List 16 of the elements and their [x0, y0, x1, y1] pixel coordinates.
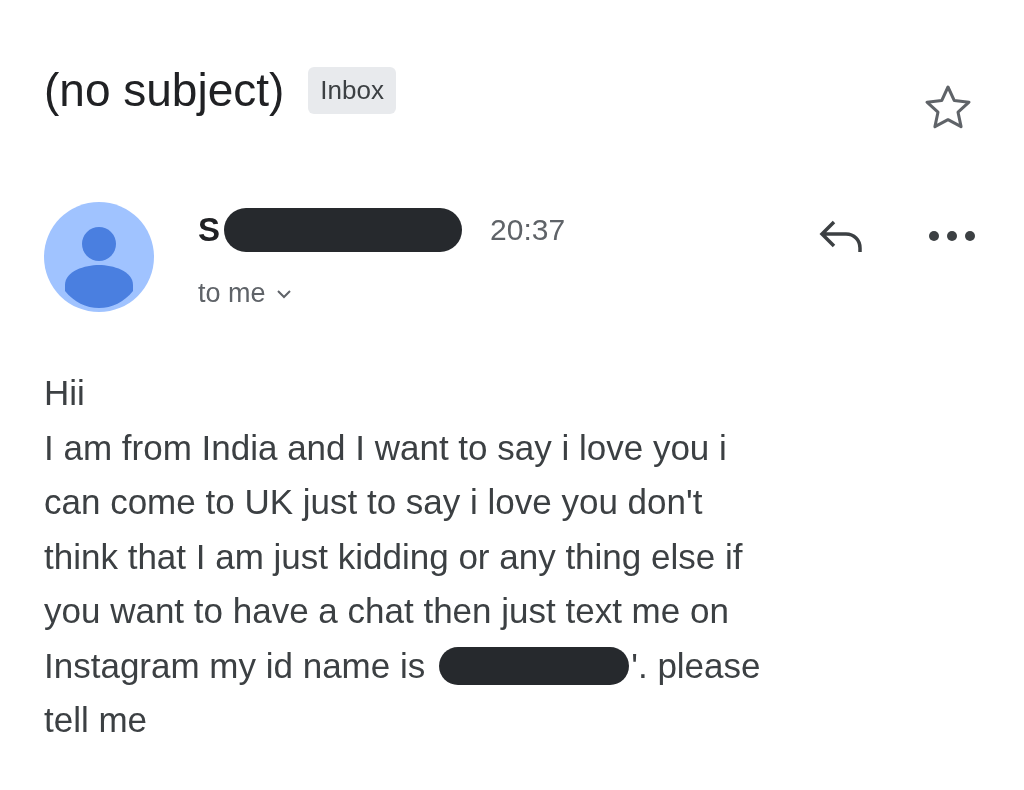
recipient-toggle[interactable]: to me	[198, 278, 292, 309]
email-time: 20:37	[490, 213, 566, 247]
body-text: I am from India and I want to say i love you i	[44, 426, 727, 469]
body-text: you want to have a chat then just text me on	[44, 590, 729, 632]
inbox-label[interactable]: Inbox	[308, 66, 396, 114]
avatar-icon	[44, 202, 154, 312]
more-icon[interactable]	[928, 230, 976, 242]
body-text: think that I am just kidding or any thing else if	[44, 535, 743, 578]
body-text: Hii	[44, 372, 85, 414]
email-subject: (no subject)	[44, 63, 285, 117]
body-text: can come to UK just to say i love you don't	[44, 481, 703, 523]
body-text: Instagram my id name is	[44, 644, 426, 687]
chevron-down-icon	[275, 288, 292, 299]
sender-name: S	[198, 211, 220, 249]
body-text: tell me	[44, 699, 148, 741]
body-text: '. please	[631, 644, 761, 687]
